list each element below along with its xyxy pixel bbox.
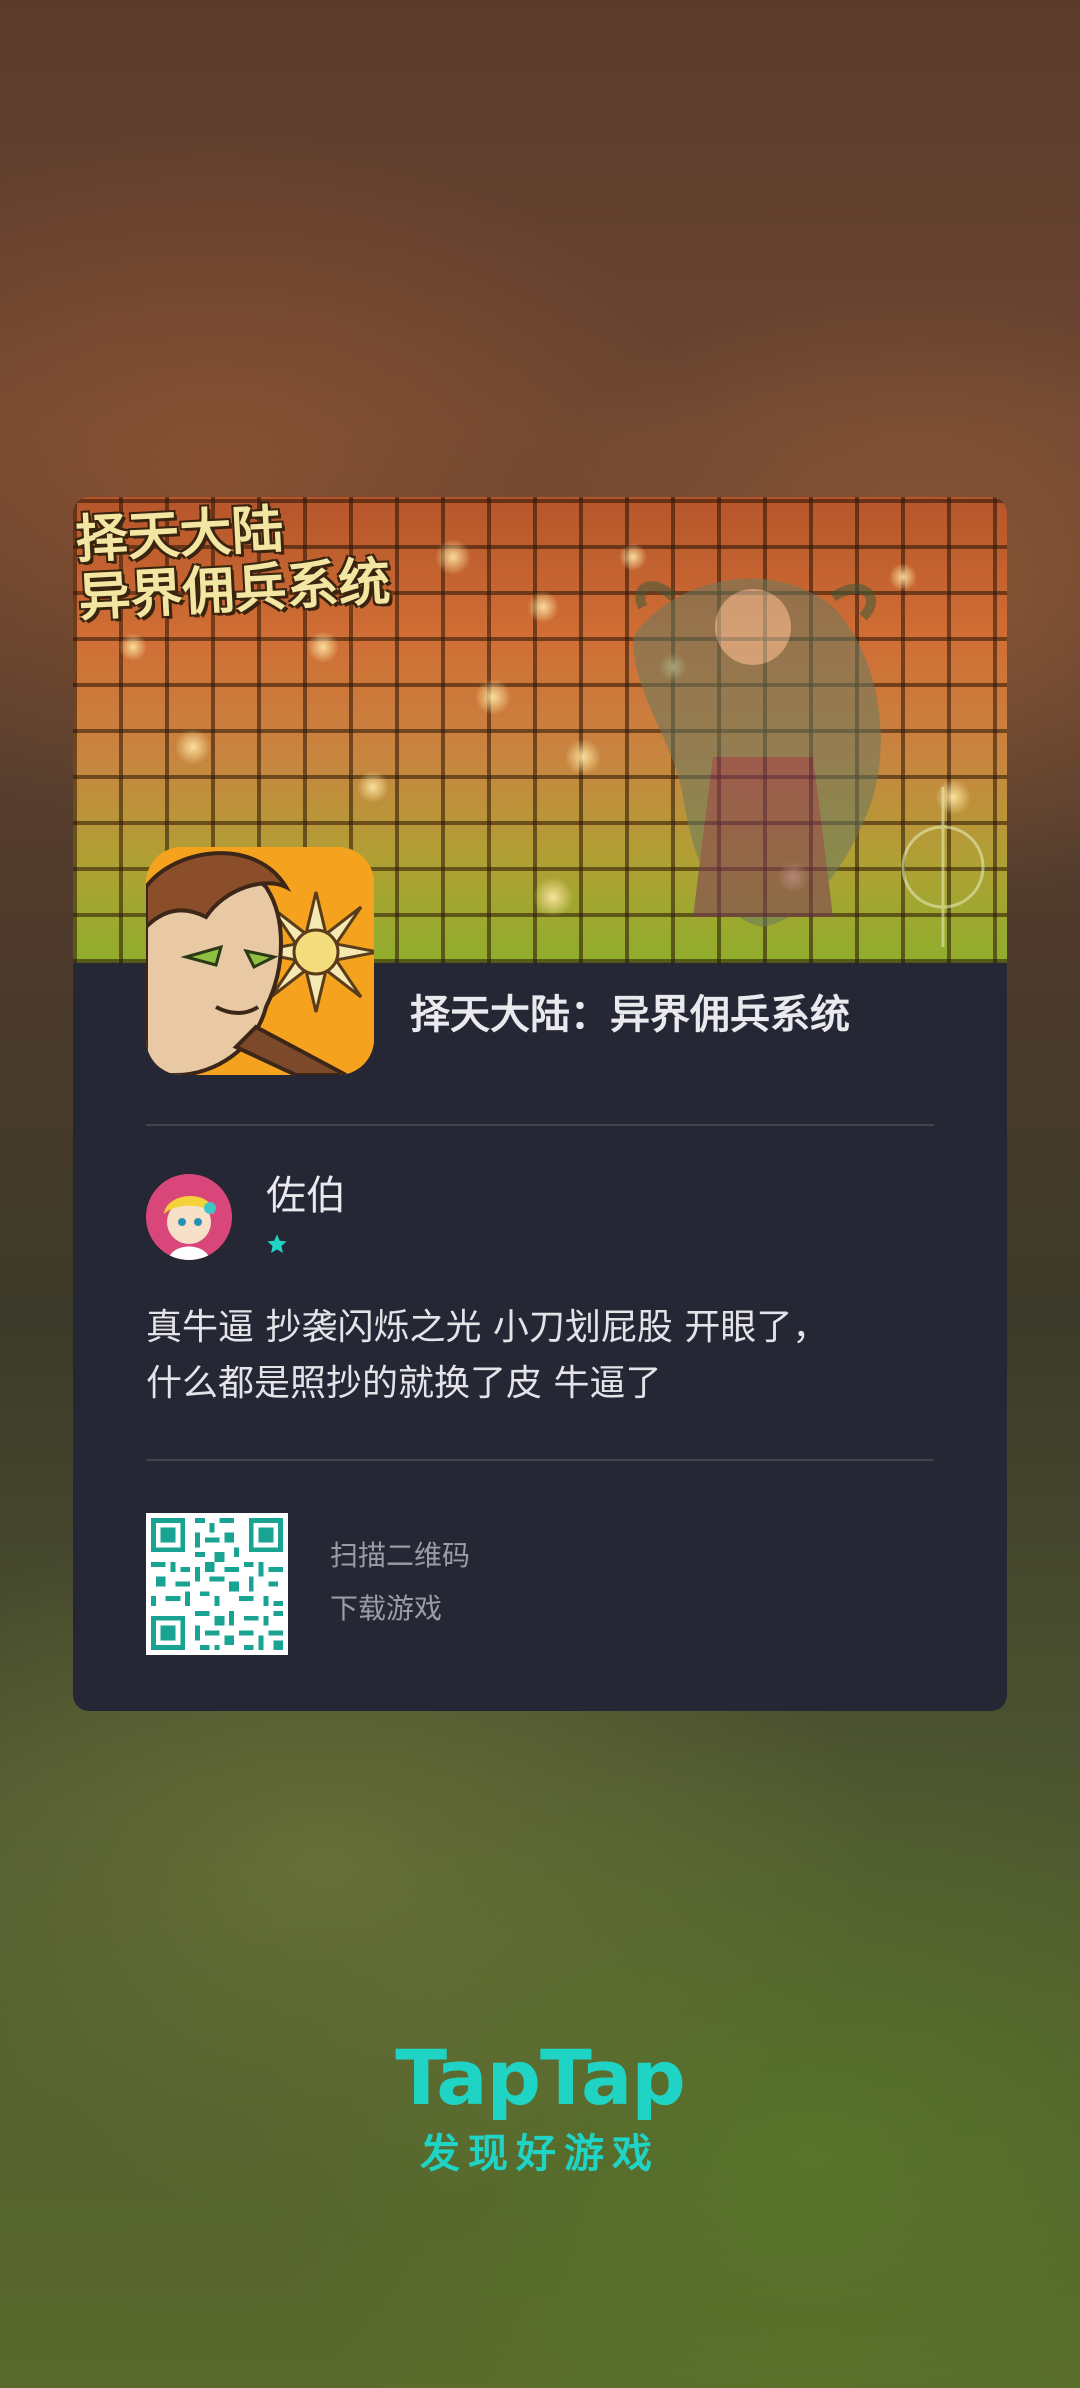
share-card: 择天大陆 异界佣兵系统 择天大陆：异界佣兵系统 佐伯 真牛逼 抄袭闪烁之光 小刀… [73,497,1007,1711]
reviewer-name: 佐伯 [266,1173,346,1219]
divider [146,1124,934,1126]
divider [146,1459,934,1461]
qr-code [146,1513,288,1655]
review-text: 真牛逼 抄袭闪烁之光 小刀划屁股 开眼了， 什么都是照抄的就换了皮 牛逼了 [146,1300,946,1412]
app-icon [146,847,374,1075]
review-text-line1: 真牛逼 抄袭闪烁之光 小刀划屁股 开眼了， [146,1307,829,1348]
game-title: 择天大陆：异界佣兵系统 [410,992,850,1038]
review-text-line2: 什么都是照抄的就换了皮 牛逼了 [146,1363,662,1404]
qr-download-label: 下载游戏 [330,1592,443,1625]
review-rating [266,1233,288,1255]
avatar [146,1174,232,1260]
star-icon [267,1234,287,1253]
share-page: 择天大陆 异界佣兵系统 择天大陆：异界佣兵系统 佐伯 真牛逼 抄袭闪烁之光 小刀… [0,0,1080,2388]
taptap-logo: TapTap [395,2033,685,2122]
banner-game-logo: 择天大陆 异界佣兵系统 [74,497,410,629]
taptap-tagline: 发现好游戏 [420,2131,660,2177]
qr-scan-label: 扫描二维码 [330,1539,471,1572]
taptap-brand: TapTap 发现好游戏 [0,2035,1080,2179]
